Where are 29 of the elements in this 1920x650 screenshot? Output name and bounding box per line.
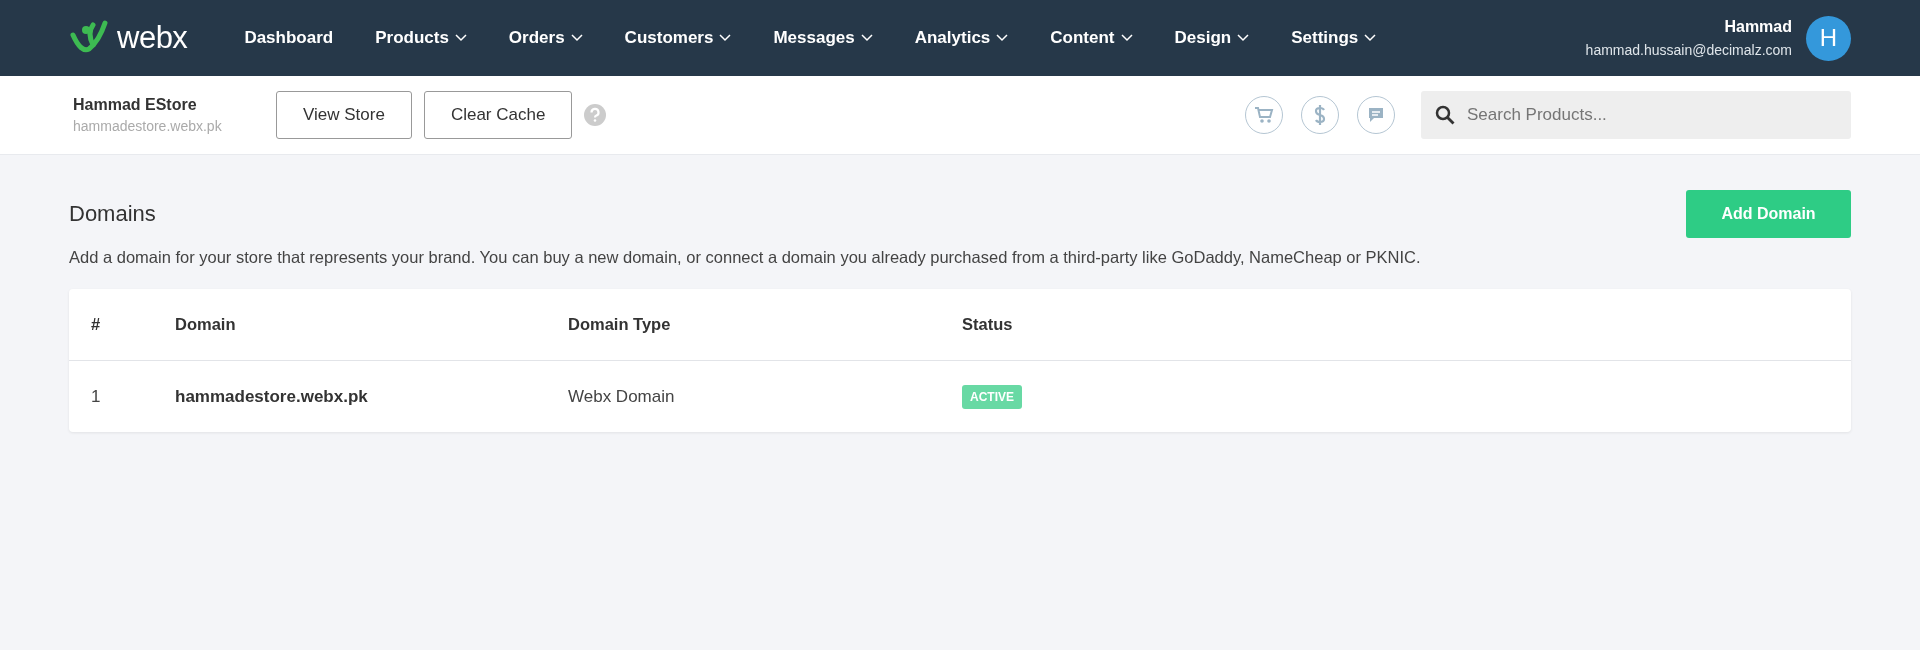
nav-item[interactable]: Design [1153, 28, 1271, 48]
search-field[interactable]: Search Products... [1421, 91, 1851, 139]
user-name: Hammad [1723, 18, 1792, 36]
help-icon[interactable] [584, 104, 607, 126]
nav-item[interactable]: Customers [603, 28, 753, 48]
column-header: Domain Type [568, 315, 672, 334]
user-email: hammad.hussain@decimalz.com [1585, 42, 1792, 58]
nav-item[interactable]: Content [1029, 28, 1154, 48]
nav-item[interactable]: Products [354, 28, 488, 48]
table-cell-text: 1 [91, 386, 102, 407]
column-header: Status [962, 315, 1014, 334]
nav-item[interactable]: Dashboard [223, 28, 355, 48]
page-title: Domains [69, 201, 156, 227]
logo-text[interactable]: webx [117, 20, 188, 56]
table-cell-text: Webx Domain [568, 386, 676, 407]
column-header: # [91, 315, 102, 334]
search-icon [1435, 105, 1455, 125]
store-name: Hammad EStore [73, 96, 198, 114]
domain-name: hammadestore.webx.pk [175, 386, 369, 407]
store-button[interactable]: View Store [276, 91, 412, 139]
status-badge: ACTIVE [962, 384, 1022, 409]
store-button[interactable]: Clear Cache [423, 91, 573, 139]
nav-item[interactable]: Messages [752, 28, 894, 48]
nav-item[interactable]: Settings [1270, 28, 1398, 48]
column-header: Domain [175, 315, 237, 334]
page-description: Add a domain for your store that represents your brand. You can buy a new domain, or connect a domain you already purchased from a third-party like GoDaddy, NameCheap or PKNIC. [69, 248, 1422, 267]
store-url: hammadestore.webx.pk [73, 118, 223, 134]
nav-item[interactable]: Analytics [893, 28, 1030, 48]
nav-item[interactable]: Orders [487, 28, 604, 48]
